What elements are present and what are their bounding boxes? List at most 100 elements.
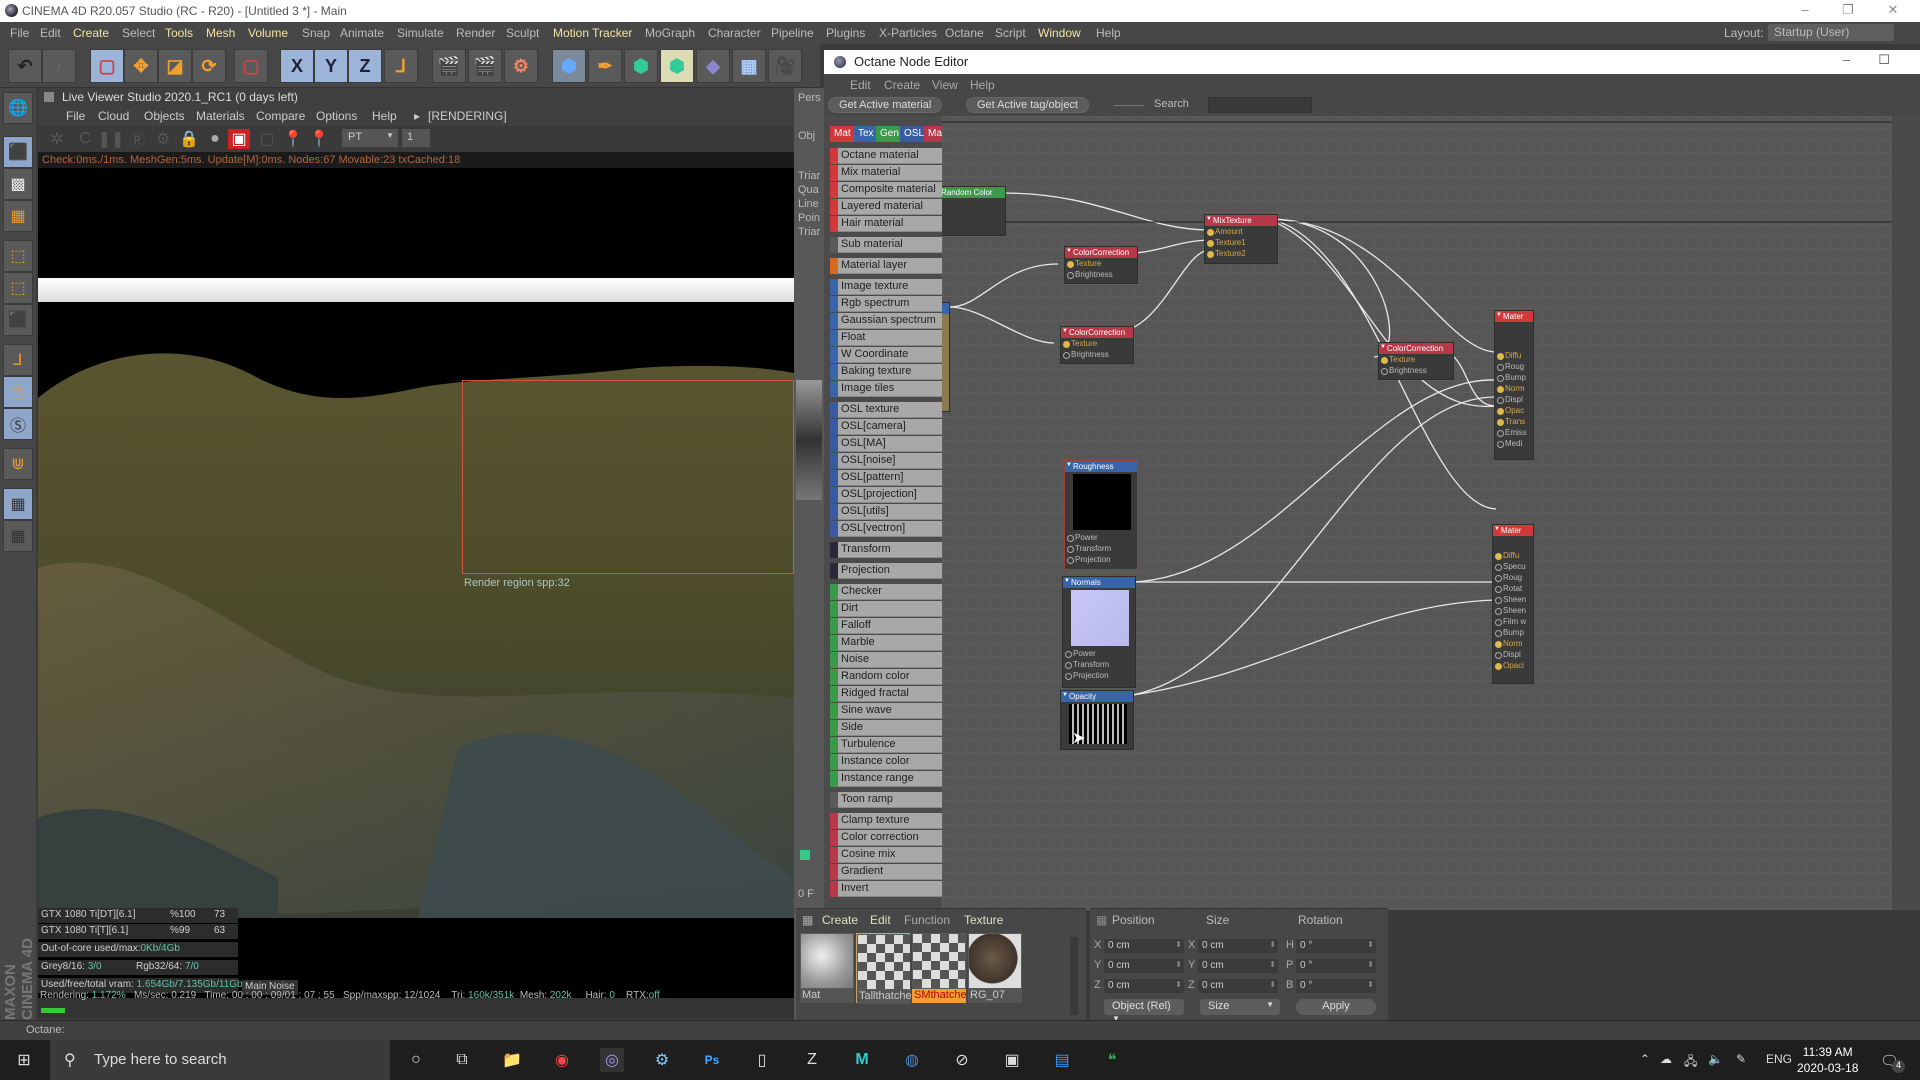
expand-arrow-icon[interactable]: ▸ xyxy=(414,109,420,123)
rotation-h-field[interactable]: 0 ° xyxy=(1296,939,1376,953)
material-swatch[interactable]: Tallthatche xyxy=(856,933,911,1004)
app-button-2[interactable]: ⊘ xyxy=(950,1048,974,1072)
node-list-item[interactable]: Invert xyxy=(830,881,942,897)
menu-mesh[interactable]: Mesh xyxy=(206,26,235,40)
node-pin[interactable]: Film w xyxy=(1493,616,1533,627)
send-scene-button[interactable]: ✲ xyxy=(46,129,68,149)
material-preview-button[interactable]: ● xyxy=(204,129,226,149)
node-list-item[interactable]: W Coordinate xyxy=(830,347,942,363)
onedrive-icon[interactable]: ☁ xyxy=(1660,1052,1672,1066)
node-random-color[interactable]: Random Color xyxy=(942,186,1006,236)
windows-start-button[interactable]: ⊞ xyxy=(12,1048,36,1072)
file-button[interactable]: ▯ xyxy=(750,1048,774,1072)
node-list-item[interactable]: Turbulence xyxy=(830,737,942,753)
menu-mograph[interactable]: MoGraph xyxy=(645,26,695,40)
cube-button[interactable]: ⬢ xyxy=(552,49,586,83)
node-list-item[interactable]: Sine wave xyxy=(830,703,942,719)
ne-menu-edit[interactable]: Edit xyxy=(850,78,871,92)
render-view[interactable]: Render region spp:32 xyxy=(38,168,794,998)
undo-button[interactable]: ↶ xyxy=(8,49,42,83)
node-pin[interactable]: Sheen xyxy=(1493,594,1533,605)
node-pin[interactable]: Norm xyxy=(1493,638,1533,649)
menu-file[interactable]: File xyxy=(10,26,29,40)
node-pin[interactable]: Displ xyxy=(1493,649,1533,660)
node-pin[interactable]: Medi xyxy=(1495,438,1533,449)
close-button[interactable]: ✕ xyxy=(1878,2,1908,20)
render-settings-button[interactable]: ⚙ xyxy=(504,49,538,83)
node-pin[interactable]: Amount xyxy=(1205,226,1277,237)
photoshop-button[interactable]: Ps xyxy=(700,1048,724,1072)
workplane-button[interactable]: ▦ xyxy=(3,200,33,232)
node-list-item[interactable]: Sub material xyxy=(830,237,942,253)
maximize-button[interactable]: ❐ xyxy=(1833,2,1863,20)
node-list-item[interactable]: Hair material xyxy=(830,216,942,232)
node-image-texture-partial[interactable] xyxy=(942,302,950,412)
position-x-field[interactable]: 0 cm xyxy=(1104,939,1184,953)
size-z-field[interactable]: 0 cm xyxy=(1198,979,1278,993)
snap-button[interactable]: ⋓ xyxy=(3,448,33,480)
node-pin[interactable]: Brightness xyxy=(1065,269,1137,280)
pause-button[interactable]: ❚❚ xyxy=(98,129,125,149)
node-list-item[interactable]: Dirt xyxy=(830,601,942,617)
node-pin[interactable]: Roug xyxy=(1495,361,1533,372)
node-list-item[interactable]: Gaussian spectrum xyxy=(830,313,942,329)
node-color-correction[interactable]: ColorCorrection Texture Brightness xyxy=(1060,326,1134,364)
node-pin[interactable]: Norm xyxy=(1495,383,1533,394)
volume-icon[interactable]: 🔈 xyxy=(1708,1052,1723,1066)
points-mode-button[interactable]: ⬚ xyxy=(3,240,33,272)
material-swatch-selected[interactable]: SMthatche xyxy=(912,933,966,1003)
pen-button[interactable]: ✒ xyxy=(588,49,622,83)
lv-menu-compare[interactable]: Compare xyxy=(256,109,305,123)
node-list-item[interactable]: Mix material xyxy=(830,165,942,181)
render-region-box[interactable] xyxy=(462,380,794,574)
menu-render[interactable]: Render xyxy=(456,26,495,40)
node-pin[interactable]: Opac xyxy=(1495,405,1533,416)
menu-animate[interactable]: Animate xyxy=(340,26,384,40)
tweak-button[interactable]: 🖱 xyxy=(3,376,33,408)
node-list-item[interactable]: Instance color xyxy=(830,754,942,770)
node-list-item[interactable]: Color correction xyxy=(830,830,942,846)
layout-dropdown[interactable]: Startup (User) xyxy=(1768,24,1894,41)
node-pin[interactable]: Emiss xyxy=(1495,427,1533,438)
tab-tex[interactable]: Tex xyxy=(854,126,878,142)
deformer-button[interactable]: ◆ xyxy=(696,49,730,83)
lv-menu-help[interactable]: Help xyxy=(372,109,397,123)
mm-menu-texture[interactable]: Texture xyxy=(964,913,1003,927)
system-clock[interactable]: 11:39 AM 2020-03-18 xyxy=(1797,1044,1858,1076)
node-list-item[interactable]: Clamp texture xyxy=(830,813,942,829)
rotation-b-field[interactable]: 0 ° xyxy=(1296,979,1376,993)
zbrush-button[interactable]: Z xyxy=(800,1048,824,1072)
node-list-item[interactable]: Checker xyxy=(830,584,942,600)
node-list-item[interactable]: Material layer xyxy=(830,258,942,274)
lv-menu-options[interactable]: Options xyxy=(316,109,357,123)
app-button[interactable]: ◍ xyxy=(900,1048,924,1072)
hangouts-button[interactable]: ❝ xyxy=(1100,1048,1124,1072)
cortana-button[interactable]: ○ xyxy=(404,1048,428,1072)
menu-simulate[interactable]: Simulate xyxy=(397,26,444,40)
node-color-correction[interactable]: ColorCorrection Texture Brightness xyxy=(1064,246,1138,284)
move-button[interactable]: ✥ xyxy=(124,49,158,83)
node-pin[interactable]: Displ xyxy=(1495,394,1533,405)
focus-picker-button[interactable]: 📍 xyxy=(282,129,304,149)
language-indicator[interactable]: ENG xyxy=(1766,1052,1792,1066)
node-pin[interactable]: Rotat xyxy=(1493,583,1533,594)
subdivision-button[interactable]: ⬢ xyxy=(624,49,658,83)
node-list-item[interactable]: Composite material xyxy=(830,182,942,198)
node-pin[interactable]: Power xyxy=(1063,648,1135,659)
tray-expand-icon[interactable]: ⌃ xyxy=(1640,1052,1650,1066)
render-view-button[interactable]: 🎬 xyxy=(432,49,466,83)
workplane-lock-button[interactable]: ▦ xyxy=(3,488,33,520)
node-pin[interactable]: Brightness xyxy=(1061,349,1133,360)
node-list-item[interactable]: OSL[pattern] xyxy=(830,470,942,486)
node-pin[interactable]: Roug xyxy=(1493,572,1533,583)
model-mode-button[interactable]: ⬛ xyxy=(3,136,33,168)
node-pin[interactable]: Trans xyxy=(1495,416,1533,427)
coordinate-system-button[interactable]: ⅃ xyxy=(384,49,418,83)
y-axis-button[interactable]: Y xyxy=(314,49,348,83)
polygons-mode-button[interactable]: ⬛ xyxy=(3,304,33,336)
node-list-item[interactable]: Ridged fractal xyxy=(830,686,942,702)
camera-button[interactable]: 🎥 xyxy=(768,49,802,83)
task-view-button[interactable]: ⧉ xyxy=(450,1048,474,1072)
render-region-button[interactable]: ▣ xyxy=(228,129,250,149)
node-roughness[interactable]: Roughness Power Transform Projection xyxy=(1064,460,1138,570)
